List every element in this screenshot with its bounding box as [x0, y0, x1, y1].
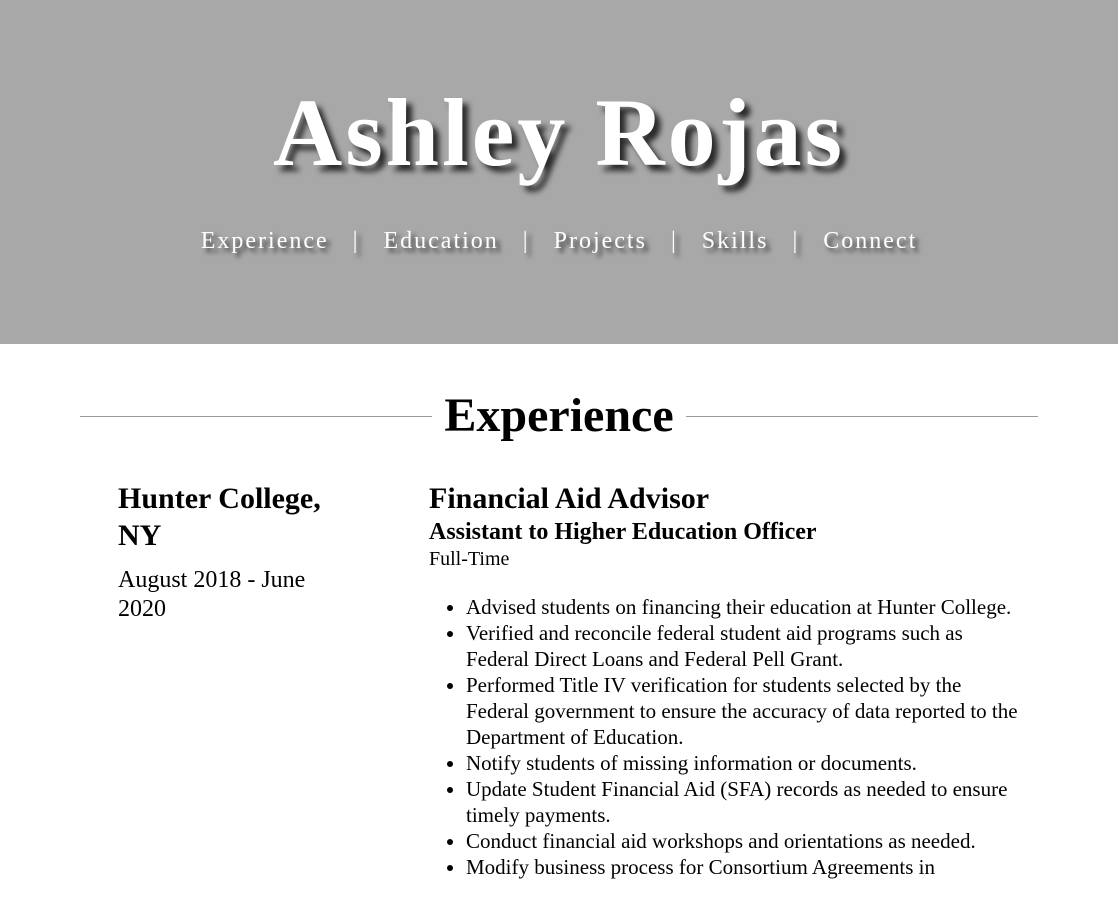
section-title: Experience [444, 389, 674, 442]
experience-section-heading: Experience [80, 384, 1039, 448]
job-title: Financial Aid Advisor [429, 482, 710, 515]
list-item: Verified and reconcile federal student a… [466, 620, 1029, 672]
job-meta: Hunter College, NY August 2018 - June 20… [118, 480, 358, 624]
job-details: Financial Aid Advisor Assistant to Highe… [429, 480, 1029, 880]
heading-rule-left [80, 415, 433, 417]
list-item: Conduct financial aid workshops and orie… [466, 828, 1029, 854]
hero-banner: Ashley Rojas Experience | Education | Projec… [0, 0, 1118, 344]
heading-rule-right [685, 415, 1039, 417]
nav-separator: | [670, 228, 678, 254]
list-item: Performed Title IV verification for stud… [466, 672, 1029, 750]
main-nav: Experience | Education | Projects | Skills | Con… [0, 228, 1118, 255]
job-subtitle: Assistant to Higher Education Officer [429, 519, 817, 545]
list-item: Notify students of missing information o… [466, 750, 1029, 776]
page-title: Ashley Rojas [272, 79, 845, 186]
nav-link-connect[interactable]: Connect [823, 228, 917, 254]
nav-link-projects[interactable]: Projects [554, 228, 647, 254]
nav-separator: | [352, 228, 360, 254]
job-dates: August 2018 - June 2020 [118, 567, 306, 622]
nav-link-experience[interactable]: Experience [201, 228, 329, 254]
nav-link-education[interactable]: Education [383, 228, 498, 254]
nav-separator: | [792, 228, 800, 254]
job-duties-list: Advised students on financing their educ… [429, 594, 1029, 880]
nav-separator: | [522, 228, 530, 254]
job-organization: Hunter College, NY [118, 482, 321, 552]
job-type: Full-Time [429, 548, 510, 570]
list-item: Advised students on financing their educ… [466, 594, 1029, 620]
nav-link-skills[interactable]: Skills [702, 228, 769, 254]
list-item: Update Student Financial Aid (SFA) recor… [466, 776, 1029, 828]
list-item: Modify business process for Consortium A… [466, 854, 1029, 880]
